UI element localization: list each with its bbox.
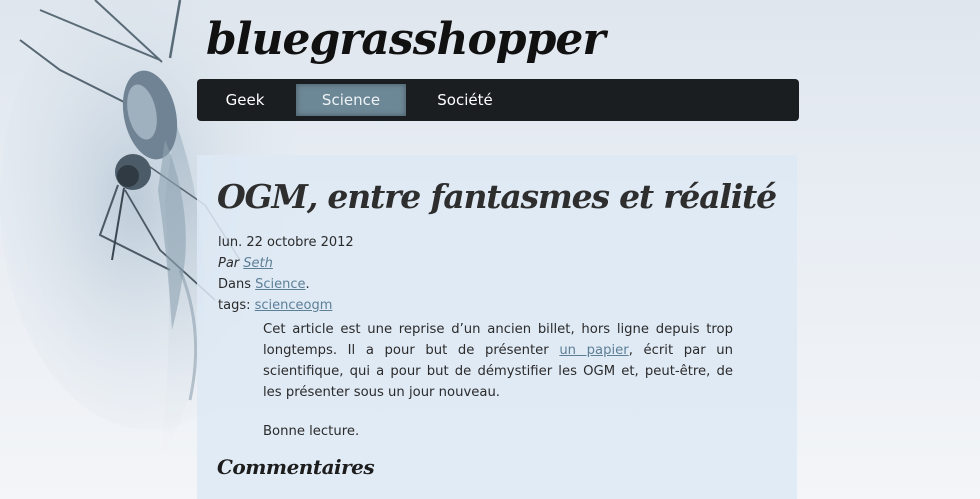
- tag-link-ogm[interactable]: ogm: [304, 298, 333, 313]
- category-suffix: .: [305, 277, 310, 292]
- post-author-line: Par Seth: [218, 255, 273, 273]
- post-tags-line: tags: scienceogm: [218, 297, 332, 315]
- paper-link[interactable]: un papier: [559, 343, 628, 358]
- nav-item-geek[interactable]: Geek: [209, 84, 281, 116]
- category-prefix: Dans: [218, 277, 251, 292]
- tag-link-science[interactable]: science: [255, 298, 304, 313]
- nav-item-societe[interactable]: Société: [423, 84, 507, 116]
- post-category-line: Dans Science.: [218, 276, 310, 294]
- author-prefix: Par: [218, 256, 240, 271]
- main-navigation: Geek Science Société: [197, 79, 799, 121]
- post-date: lun. 22 octobre 2012: [218, 235, 354, 250]
- author-link[interactable]: Seth: [243, 256, 273, 271]
- post-title[interactable]: OGM, entre fantasmes et réalité: [217, 177, 777, 216]
- article-panel: OGM, entre fantasmes et réalité lun. 22 …: [197, 155, 797, 499]
- tags-prefix: tags:: [218, 298, 251, 313]
- comments-heading: Commentaires: [217, 455, 375, 479]
- post-paragraph-1: Cet article est une reprise d’un ancien …: [263, 319, 733, 403]
- site-title[interactable]: bluegrasshopper: [206, 10, 606, 70]
- category-link[interactable]: Science: [255, 277, 305, 292]
- post-paragraph-2: Bonne lecture.: [263, 424, 360, 439]
- nav-item-science[interactable]: Science: [296, 84, 406, 116]
